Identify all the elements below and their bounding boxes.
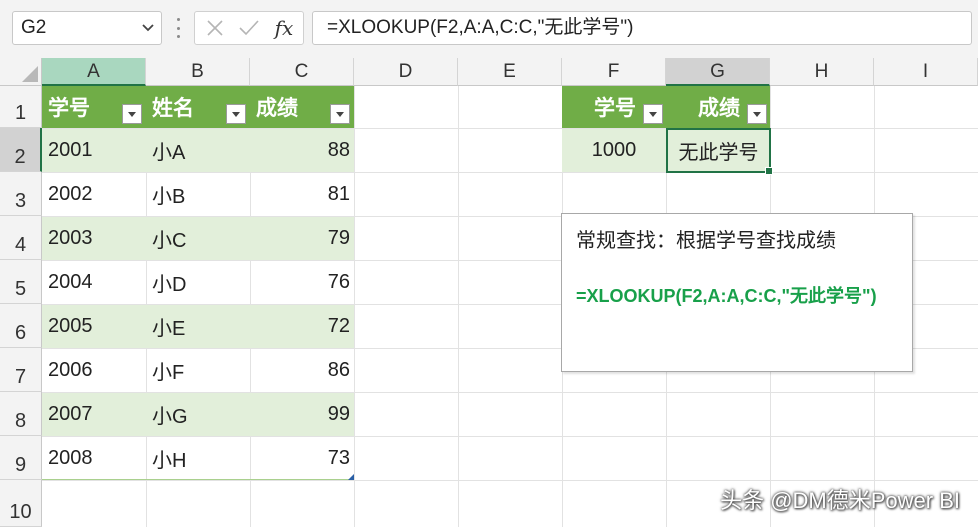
table-cell-score[interactable]: 99 — [250, 393, 354, 436]
filter-dropdown-icon[interactable] — [747, 104, 767, 124]
column-header-g[interactable]: G — [666, 58, 770, 86]
table-cell-score[interactable]: 72 — [250, 305, 354, 348]
column-header-c[interactable]: C — [250, 58, 354, 86]
row-header-6[interactable]: 6 — [0, 304, 42, 348]
drag-handle-icon[interactable] — [176, 18, 180, 38]
table-cell-name[interactable]: 小E — [146, 305, 250, 348]
row-header-8[interactable]: 8 — [0, 392, 42, 436]
row-header-3[interactable]: 3 — [0, 172, 42, 216]
table-cell-id[interactable]: 2006 — [42, 349, 146, 392]
table-cell-score[interactable]: 88 — [250, 129, 354, 172]
table-cell-id[interactable]: 2007 — [42, 393, 146, 436]
formula-input[interactable]: =XLOOKUP(F2,A:A,C:C,"无此学号") — [312, 11, 972, 45]
lookup-input-cell[interactable]: 1000 — [562, 129, 666, 172]
enter-check-icon[interactable] — [233, 12, 265, 44]
table-cell-score[interactable]: 79 — [250, 217, 354, 260]
lookup-result-cell[interactable]: 无此学号 — [666, 128, 771, 173]
column-header-f[interactable]: F — [562, 58, 666, 86]
table-cell-name[interactable]: 小H — [146, 437, 250, 480]
column-header-d[interactable]: D — [354, 58, 458, 86]
table-cell-id[interactable]: 2005 — [42, 305, 146, 348]
formula-bar: G2 fx =XLOOKUP(F2,A:A,C:C,"无此学号") — [0, 0, 978, 59]
table-cell-name[interactable]: 小A — [146, 129, 250, 172]
column-header-b[interactable]: B — [146, 58, 250, 86]
table-cell-name[interactable]: 小D — [146, 261, 250, 304]
row-header-4[interactable]: 4 — [0, 216, 42, 260]
table-cell-id[interactable]: 2003 — [42, 217, 146, 260]
formula-buttons: fx — [194, 11, 304, 45]
column-header-a[interactable]: A — [42, 58, 146, 86]
column-header-e[interactable]: E — [458, 58, 562, 86]
table-resize-handle[interactable] — [348, 474, 354, 480]
filter-dropdown-icon[interactable] — [643, 104, 663, 124]
note-formula: =XLOOKUP(F2,A:A,C:C,"无此学号") — [576, 286, 877, 306]
table-cell-score[interactable]: 76 — [250, 261, 354, 304]
fill-handle[interactable] — [765, 167, 773, 175]
table-cell-name[interactable]: 小F — [146, 349, 250, 392]
table-cell-name[interactable]: 小B — [146, 173, 250, 216]
watermark: 头条 @DM德米Power BI — [720, 488, 960, 513]
select-all-corner[interactable] — [0, 58, 42, 86]
table-cell-score[interactable]: 81 — [250, 173, 354, 216]
table-cell-id[interactable]: 2004 — [42, 261, 146, 304]
row-header-2[interactable]: 2 — [0, 128, 42, 172]
filter-dropdown-icon[interactable] — [226, 104, 246, 124]
name-box-value: G2 — [21, 17, 47, 38]
filter-dropdown-icon[interactable] — [122, 104, 142, 124]
chevron-down-icon[interactable] — [135, 12, 161, 44]
row-header-10[interactable]: 10 — [0, 480, 42, 527]
filter-dropdown-icon[interactable] — [330, 104, 350, 124]
row-header-9[interactable]: 9 — [0, 436, 42, 480]
row-header-7[interactable]: 7 — [0, 348, 42, 392]
table-cell-score[interactable]: 73 — [250, 437, 354, 480]
note-title: 常规查找：根据学号查找成绩 — [576, 230, 836, 252]
name-box[interactable]: G2 — [12, 11, 162, 45]
table-cell-name[interactable]: 小G — [146, 393, 250, 436]
table-cell-id[interactable]: 2002 — [42, 173, 146, 216]
table-cell-name[interactable]: 小C — [146, 217, 250, 260]
note-textbox[interactable]: 常规查找：根据学号查找成绩 =XLOOKUP(F2,A:A,C:C,"无此学号"… — [561, 213, 913, 372]
column-header-h[interactable]: H — [770, 58, 874, 86]
column-header-i[interactable]: I — [874, 58, 978, 86]
cancel-icon[interactable] — [199, 12, 231, 44]
insert-function-icon[interactable]: fx — [267, 12, 301, 44]
row-header-5[interactable]: 5 — [0, 260, 42, 304]
table-cell-score[interactable]: 86 — [250, 349, 354, 392]
table-cell-id[interactable]: 2008 — [42, 437, 146, 480]
table-cell-id[interactable]: 2001 — [42, 129, 146, 172]
row-header-1[interactable]: 1 — [0, 86, 42, 128]
